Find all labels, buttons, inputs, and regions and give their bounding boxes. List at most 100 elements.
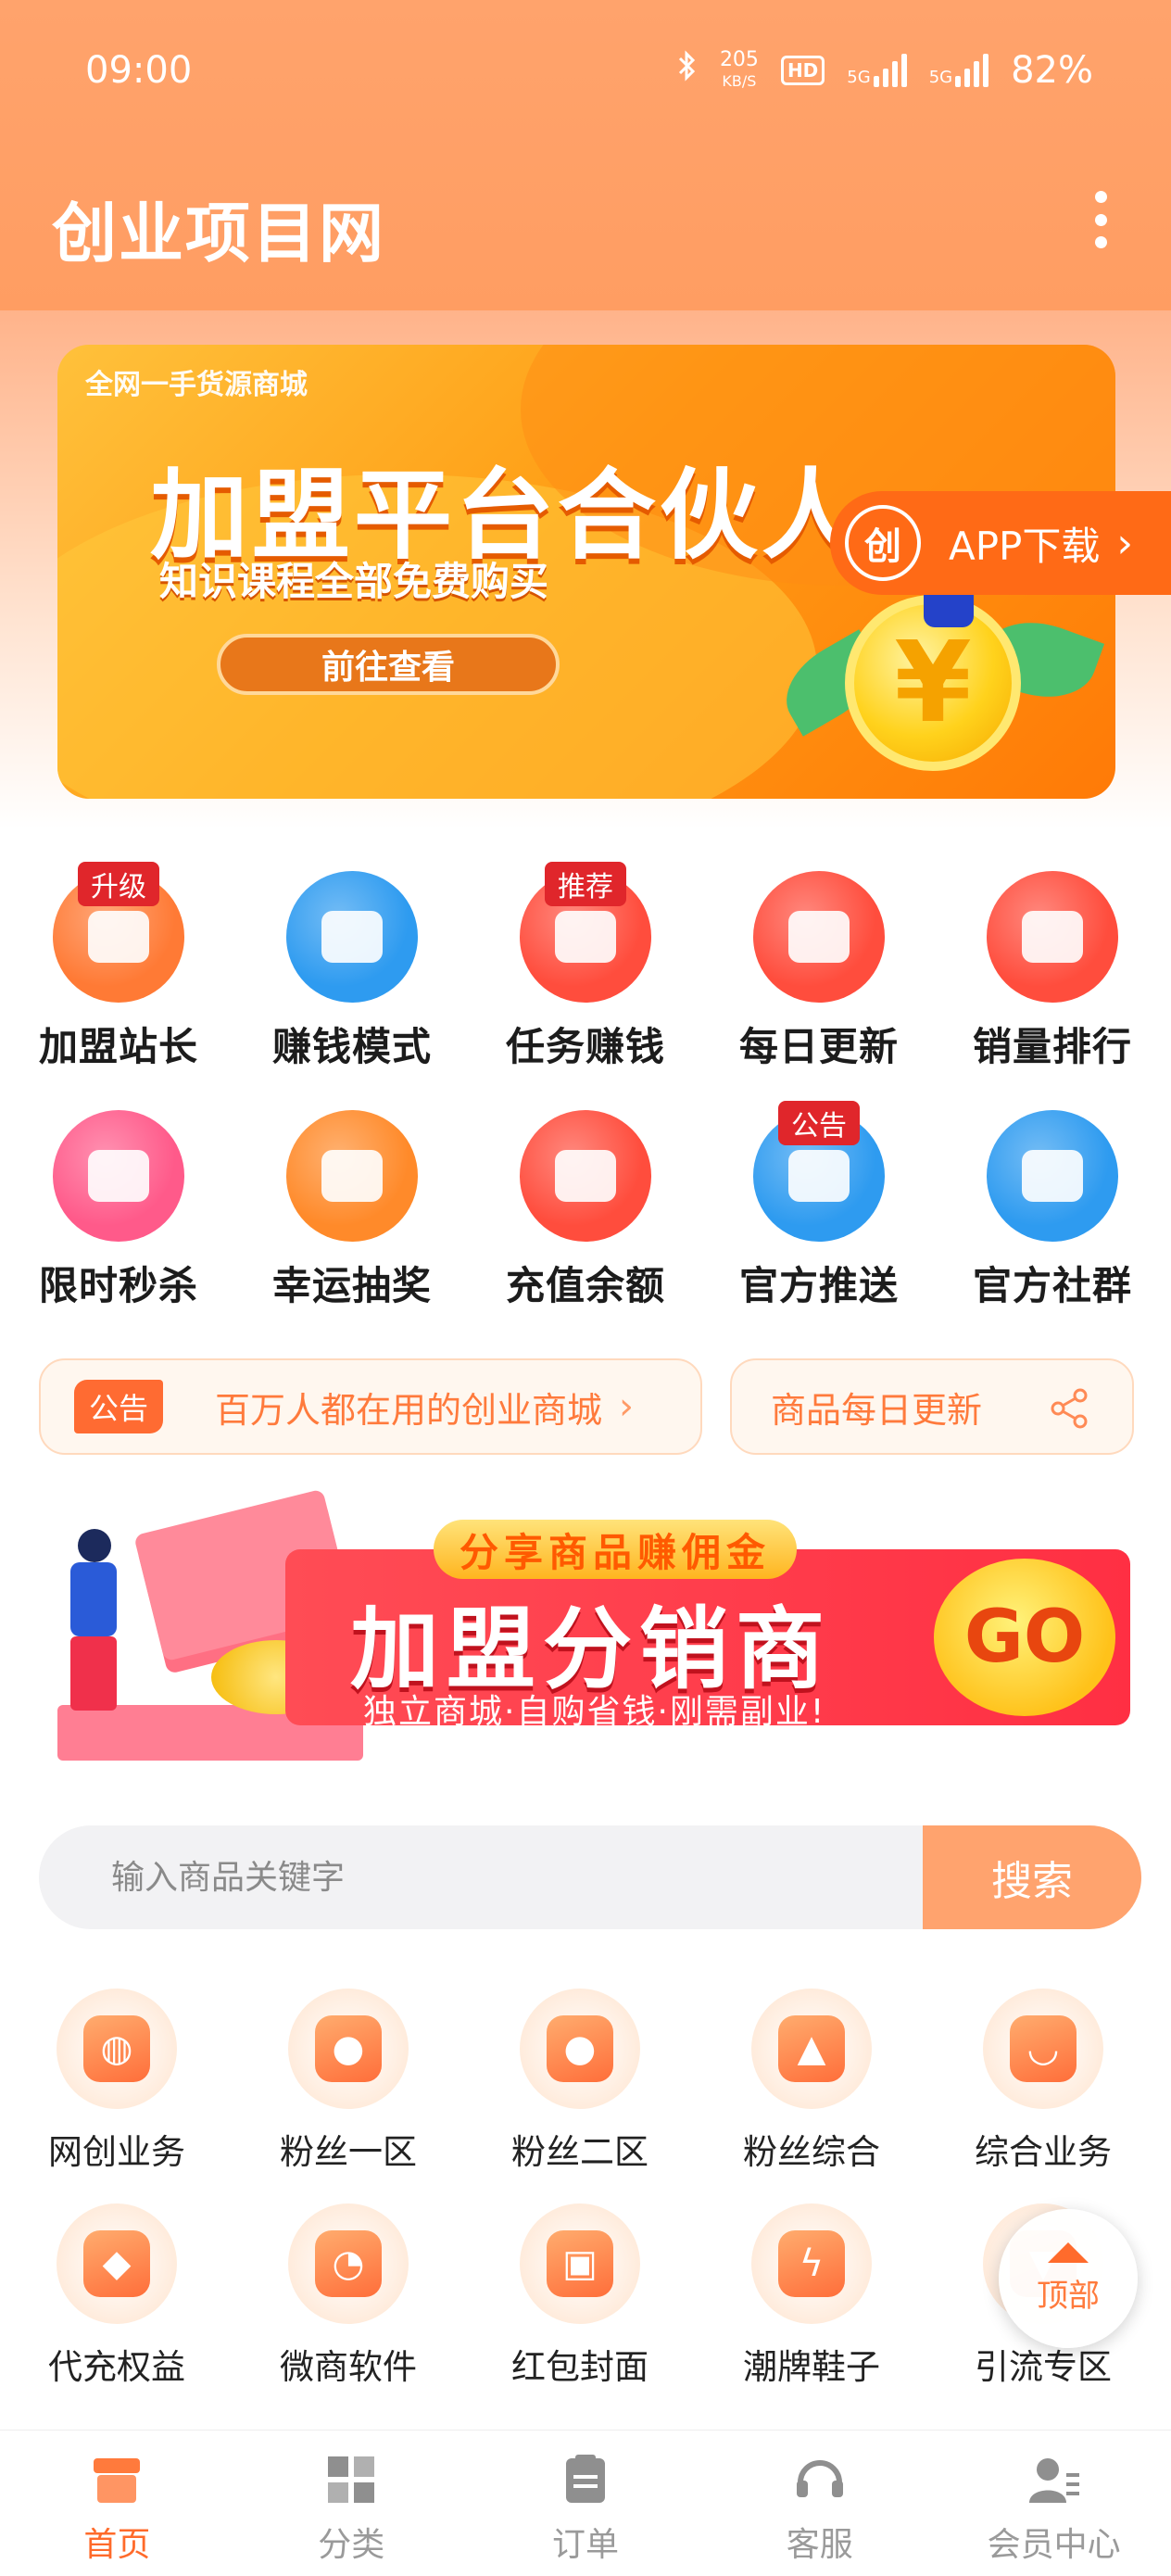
feature-label: 每日更新 bbox=[738, 1024, 899, 1069]
wallet-icon bbox=[520, 1110, 651, 1242]
feature-label: 官方推送 bbox=[738, 1263, 899, 1308]
category-item[interactable]: ϟ 潮牌鞋子 bbox=[710, 2203, 913, 2389]
tab-item[interactable]: 分类 bbox=[234, 2431, 469, 2576]
user-icon: ● bbox=[315, 2015, 382, 2082]
search-button[interactable]: 搜索 bbox=[923, 1825, 1141, 1929]
category-item[interactable]: ▣ 红包封面 bbox=[478, 2203, 682, 2389]
feature-label: 幸运抽奖 bbox=[271, 1263, 432, 1308]
hd-icon: HD bbox=[780, 56, 825, 85]
category-label: 红包封面 bbox=[511, 2347, 648, 2387]
feature-item[interactable]: 公告 官方推送 bbox=[726, 1101, 912, 1311]
battery-level: 82% bbox=[1011, 49, 1093, 92]
feature-item[interactable]: 赚钱模式 bbox=[259, 871, 445, 1072]
category-item[interactable]: ◍ 网创业务 bbox=[15, 1989, 219, 2174]
feature-item[interactable]: 每日更新 bbox=[726, 871, 912, 1072]
signal-5g-icon: 5G bbox=[847, 54, 907, 87]
person-illustration bbox=[61, 1529, 126, 1714]
banner-small-text: 全网一手货源商城 bbox=[85, 369, 308, 401]
bag-icon: ◡ bbox=[1010, 2015, 1077, 2082]
diamond-icon: ◆ bbox=[83, 2230, 150, 2297]
headset-icon bbox=[791, 2451, 849, 2508]
net-speed: 205 KB/S bbox=[719, 47, 759, 90]
home-store-icon bbox=[88, 2451, 145, 2508]
notice-text: 百万人都在用的创业商城 bbox=[215, 1389, 603, 1431]
tab-label: 订单 bbox=[551, 2526, 619, 2564]
status-time: 09:00 bbox=[85, 49, 193, 92]
banner-subtitle: 知识课程全部免费购买 bbox=[159, 559, 549, 604]
category-label: 粉丝一区 bbox=[280, 2132, 417, 2172]
category-label: 微商软件 bbox=[280, 2347, 417, 2387]
store-icon: 升级 bbox=[53, 862, 184, 1003]
member-icon bbox=[1026, 2451, 1083, 2508]
tab-item[interactable]: 客服 bbox=[702, 2431, 937, 2576]
shopping-bag-icon bbox=[753, 871, 885, 1003]
tab-item[interactable]: 会员中心 bbox=[937, 2431, 1171, 2576]
category-label: 粉丝二区 bbox=[511, 2132, 648, 2172]
app-header: 09:00 205 KB/S HD 5G 5G 82% 创业项目网 bbox=[0, 0, 1171, 310]
grid-icon bbox=[322, 2451, 380, 2508]
feature-item[interactable]: 官方社群 bbox=[960, 1110, 1145, 1311]
app-download-button[interactable]: 创 APP下载 › bbox=[830, 491, 1171, 595]
page-title: 创业项目网 bbox=[52, 196, 385, 271]
globe-icon: ◍ bbox=[83, 2015, 150, 2082]
tab-label: 会员中心 bbox=[987, 2526, 1121, 2564]
more-menu-button[interactable] bbox=[1091, 191, 1110, 248]
alarm-clock-icon bbox=[53, 1110, 184, 1242]
tab-label: 首页 bbox=[83, 2526, 151, 2564]
tab-item[interactable]: 订单 bbox=[469, 2431, 703, 2576]
feature-item[interactable]: 限时秒杀 bbox=[26, 1110, 211, 1311]
arrow-up-icon bbox=[1048, 2241, 1089, 2263]
search-bar: 搜索 bbox=[39, 1825, 1141, 1929]
more-dot-icon bbox=[1094, 191, 1107, 203]
red-envelope-icon: ▣ bbox=[547, 2230, 613, 2297]
daily-update-button[interactable]: 商品每日更新 bbox=[730, 1358, 1134, 1455]
feature-item[interactable]: 幸运抽奖 bbox=[259, 1110, 445, 1311]
bottom-tab-bar: 首页 分类 订单 客服 会员中心 bbox=[0, 2430, 1171, 2576]
app-logo-icon: 创 bbox=[845, 505, 921, 581]
go-button[interactable]: GO bbox=[934, 1559, 1115, 1716]
back-to-top-label: 顶部 bbox=[1037, 2277, 1100, 2315]
feature-label: 销量排行 bbox=[972, 1024, 1132, 1069]
category-item[interactable]: ◆ 代充权益 bbox=[15, 2203, 219, 2389]
category-item[interactable]: ◡ 综合业务 bbox=[941, 1989, 1145, 2174]
clipboard-icon bbox=[557, 2451, 614, 2508]
banner-view-button[interactable]: 前往查看 bbox=[217, 634, 560, 695]
chevron-right-icon: › bbox=[619, 1385, 635, 1428]
promo-top-label: 分享商品赚佣金 bbox=[434, 1520, 798, 1579]
category-item[interactable]: ◔ 微商软件 bbox=[246, 2203, 450, 2389]
feature-label: 充值余额 bbox=[505, 1263, 665, 1308]
notice-tag: 公告 bbox=[74, 1380, 164, 1433]
promo-subtitle: 独立商城·自购省钱·刚需副业! bbox=[363, 1693, 826, 1731]
feature-item[interactable]: 销量排行 bbox=[960, 871, 1145, 1072]
category-item[interactable]: ● 粉丝一区 bbox=[246, 1989, 450, 2174]
feature-label: 限时秒杀 bbox=[38, 1263, 198, 1308]
tab-label: 分类 bbox=[318, 2526, 385, 2564]
feature-item[interactable]: 升级 加盟站长 bbox=[26, 862, 211, 1072]
feature-badge: 升级 bbox=[78, 862, 159, 906]
feature-label: 官方社群 bbox=[972, 1263, 1132, 1308]
ticket-icon bbox=[286, 1110, 418, 1242]
category-label: 代充权益 bbox=[48, 2347, 185, 2387]
chevron-right-icon: › bbox=[1116, 519, 1133, 567]
thumbs-up-icon: ▲ bbox=[778, 2015, 845, 2082]
feature-item[interactable]: 推荐 任务赚钱 bbox=[493, 862, 678, 1072]
distributor-promo-banner[interactable]: 分享商品赚佣金 加盟分销商 独立商城·自购省钱·刚需副业! GO bbox=[44, 1488, 1130, 1770]
cart-icon bbox=[987, 871, 1118, 1003]
category-label: 潮牌鞋子 bbox=[743, 2347, 880, 2387]
megaphone-icon: 公告 bbox=[753, 1101, 885, 1242]
share-icon bbox=[1051, 1388, 1088, 1429]
notice-bar[interactable]: 公告 百万人都在用的创业商城 › bbox=[39, 1358, 702, 1455]
tab-item[interactable]: 首页 bbox=[0, 2431, 234, 2576]
bluetooth-icon bbox=[677, 49, 698, 92]
category-label: 网创业务 bbox=[48, 2132, 185, 2172]
app-download-label: APP下载 bbox=[949, 523, 1101, 569]
back-to-top-button[interactable]: 顶部 bbox=[999, 2209, 1138, 2348]
feature-label: 加盟站长 bbox=[38, 1024, 198, 1069]
tab-label: 客服 bbox=[786, 2526, 853, 2564]
feature-item[interactable]: 充值余额 bbox=[493, 1110, 678, 1311]
category-item[interactable]: ▲ 粉丝综合 bbox=[710, 1989, 913, 2174]
daily-update-label: 商品每日更新 bbox=[771, 1389, 983, 1431]
search-input[interactable] bbox=[39, 1825, 919, 1929]
category-item[interactable]: ● 粉丝二区 bbox=[478, 1989, 682, 2174]
community-icon bbox=[987, 1110, 1118, 1242]
